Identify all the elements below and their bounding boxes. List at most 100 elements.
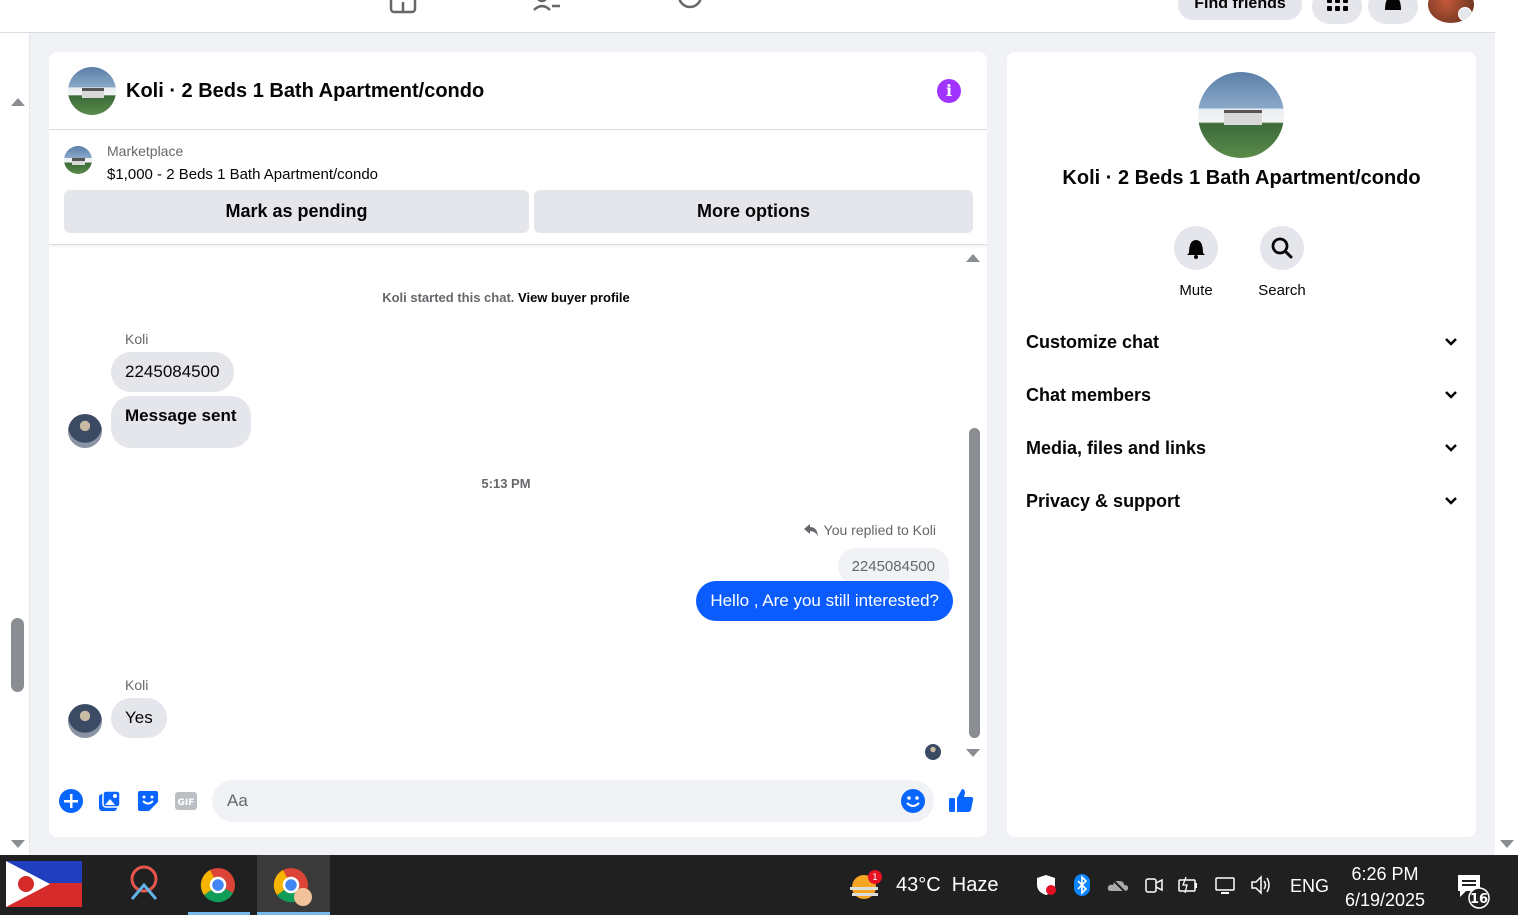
clock-date: 6/19/2025 (1344, 890, 1426, 910)
quoted-message[interactable]: 2245084500 (837, 548, 949, 584)
sticker-icon[interactable] (135, 788, 161, 814)
message-composer: GIF (49, 772, 987, 837)
conversation-avatar[interactable] (1198, 72, 1284, 158)
weather-badge: 1 (872, 873, 878, 883)
search-button[interactable] (1260, 226, 1304, 270)
notifications-button[interactable] (1368, 0, 1418, 24)
chrome-profile-icon (273, 868, 312, 906)
weather-text[interactable]: 43°C Haze (896, 874, 999, 897)
chrome-icon (200, 868, 235, 903)
chat-started-text: Koli started this chat. (382, 290, 515, 305)
message-list: Koli started this chat. View buyer profi… (49, 246, 987, 766)
like-thumb-icon[interactable] (947, 786, 975, 814)
left-sidebar-strip (0, 33, 30, 855)
notification-count: 16 (1470, 892, 1488, 907)
chat-title[interactable]: Koli · 2 Beds 1 Bath Apartment/condo (126, 80, 484, 103)
language-indicator[interactable]: ENG (1290, 876, 1329, 897)
chat-header: Koli · 2 Beds 1 Bath Apartment/condo i (49, 52, 987, 130)
listing-title[interactable]: $1,000 - 2 Beds 1 Bath Apartment/condo (107, 166, 378, 183)
listing-thumbnail[interactable] (64, 146, 92, 174)
page-scrollbar[interactable] (1495, 0, 1518, 855)
seen-by-avatar (925, 744, 941, 760)
taskbar-app-chrome-profile[interactable] (257, 855, 330, 915)
page-scroll-down-arrow-icon[interactable] (1500, 840, 1514, 848)
emoji-icon[interactable] (900, 788, 926, 814)
message-bubble[interactable]: Yes (111, 698, 167, 738)
replied-to-text: You replied to Koli (823, 522, 936, 538)
koli-avatar[interactable] (68, 704, 102, 738)
chat-scroll-down-arrow-icon[interactable] (966, 749, 980, 757)
chat-info-panel: Koli · 2 Beds 1 Bath Apartment/condo Mut… (1007, 52, 1476, 837)
volume-icon[interactable] (1249, 873, 1273, 897)
section-privacy-support[interactable]: Privacy & support (1026, 487, 1458, 515)
koli-avatar[interactable] (68, 414, 102, 448)
mark-as-pending-button[interactable]: Mark as pending (64, 190, 529, 233)
taskbar-app-chrome[interactable] (188, 855, 250, 915)
scroll-up-arrow-icon[interactable] (11, 98, 25, 106)
chevron-down-icon (1445, 338, 1457, 346)
grid-menu-icon (1327, 0, 1348, 11)
section-label: Chat members (1026, 384, 1152, 405)
clock-time: 6:26 PM (1351, 864, 1419, 884)
outgoing-message-bubble[interactable]: Hello , Are you still interested? (696, 581, 953, 621)
network-icon[interactable] (1213, 873, 1237, 897)
notification-icon: 16 (1458, 875, 1490, 909)
search-action[interactable]: Search (1252, 226, 1312, 299)
section-customize-chat[interactable]: Customize chat (1026, 328, 1458, 356)
chevron-down-icon (1445, 497, 1457, 505)
listing-avatar[interactable] (68, 67, 116, 115)
plus-circle-icon[interactable] (58, 788, 84, 814)
message-input[interactable] (212, 780, 934, 822)
chat-scrollbar-thumb[interactable] (969, 428, 980, 738)
scroll-down-arrow-icon[interactable] (11, 840, 25, 848)
chat-scroll-up-arrow-icon[interactable] (966, 254, 980, 262)
taskbar-app-snipping[interactable] (112, 855, 176, 915)
gif-icon[interactable]: GIF (173, 788, 199, 814)
section-chat-members[interactable]: Chat members (1026, 381, 1458, 409)
friends-icon[interactable] (532, 0, 562, 14)
chevron-down-icon (1445, 391, 1457, 399)
svg-text:GIF: GIF (178, 798, 195, 808)
reply-arrow-icon (803, 524, 818, 536)
find-friends-button[interactable]: Find friends (1178, 0, 1302, 20)
section-media-files-links[interactable]: Media, files and links (1026, 434, 1458, 462)
left-scrollbar-thumb[interactable] (11, 618, 24, 692)
conversation-name: Koli · 2 Beds 1 Bath Apartment/condo (1062, 167, 1421, 189)
flag-start-icon (6, 861, 82, 907)
bell-icon (1385, 0, 1401, 10)
search-label: Search (1258, 282, 1306, 299)
clock[interactable]: 6:26 PM 6/19/2025 (1338, 861, 1432, 913)
groups-icon[interactable] (676, 0, 706, 14)
security-shield-icon[interactable] (1034, 873, 1058, 897)
chevron-down-icon (1445, 444, 1457, 452)
camera-icon[interactable] (1142, 873, 1166, 897)
menu-button[interactable] (1312, 0, 1362, 24)
section-label: Media, files and links (1026, 437, 1207, 458)
photo-icon[interactable] (96, 788, 122, 814)
section-label: Customize chat (1026, 331, 1160, 352)
info-icon[interactable]: i (937, 79, 961, 103)
marketplace-icon[interactable] (389, 0, 419, 14)
marketplace-listing-bar: Marketplace $1,000 - 2 Beds 1 Bath Apart… (49, 131, 987, 245)
view-buyer-profile-link[interactable]: View buyer profile (518, 290, 630, 305)
message-timestamp: 5:13 PM (481, 476, 531, 491)
battery-icon[interactable] (1176, 873, 1200, 897)
sender-name: Koli (125, 677, 149, 693)
message-bubble[interactable]: 2245084500 (111, 352, 234, 392)
onedrive-icon[interactable] (1106, 873, 1130, 897)
account-avatar[interactable] (1428, 0, 1474, 23)
sender-name: Koli (125, 331, 149, 347)
chevron-down-icon (1458, 7, 1472, 21)
start-button[interactable] (0, 855, 100, 915)
windows-taskbar: 1 43°C Haze ENG 6:26 PM 6/19/2025 16 (0, 855, 1518, 915)
more-options-button[interactable]: More options (534, 190, 973, 233)
bluetooth-icon[interactable] (1070, 873, 1094, 897)
weather-haze-icon[interactable]: 1 (848, 869, 882, 901)
mute-button[interactable] (1174, 226, 1218, 270)
snipping-tool-icon (130, 865, 158, 900)
bell-icon (1187, 240, 1205, 259)
chat-started-notice: Koli started this chat. View buyer profi… (49, 290, 963, 305)
message-bubble[interactable]: Message sent (111, 396, 251, 448)
mute-action[interactable]: Mute (1166, 226, 1226, 299)
notification-center-button[interactable]: 16 (1456, 873, 1492, 909)
